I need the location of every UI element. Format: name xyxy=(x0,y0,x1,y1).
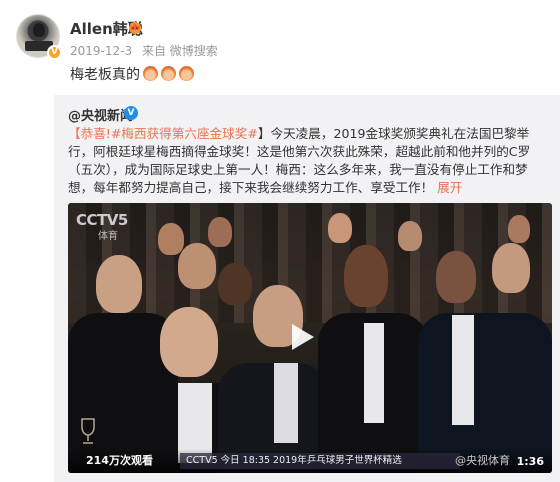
audience-person xyxy=(158,223,184,255)
post-source[interactable]: 来自 微博搜索 xyxy=(142,44,218,58)
person-shirt xyxy=(274,363,298,443)
expand-link[interactable]: 展开 xyxy=(437,180,462,195)
video-background xyxy=(68,203,552,323)
person-face xyxy=(492,243,530,293)
audience-person xyxy=(398,221,422,251)
audience-person xyxy=(208,217,232,247)
video-duration: 1:36 xyxy=(516,455,544,468)
avatar[interactable]: V xyxy=(16,14,62,60)
reposted-content[interactable]: @央视新闻 V 【恭喜!#梅西获得第六座金球奖#】今天凌晨，2019金球奖颁奖典… xyxy=(54,95,560,482)
repost-prefix: 【恭喜! xyxy=(68,126,111,141)
post-text-content: 梅老板真的 xyxy=(70,67,140,83)
post-text: 梅老板真的 xyxy=(70,64,194,84)
person-face xyxy=(160,307,218,377)
person-face xyxy=(178,243,216,289)
person-shirt xyxy=(364,323,384,423)
trophy-icon xyxy=(81,418,95,444)
person-face xyxy=(218,263,252,305)
post-date[interactable]: 2019-12-3 xyxy=(70,44,132,58)
video-watermark: @央视体育 xyxy=(455,454,510,467)
post-meta: 2019-12-3 来自 微博搜索 xyxy=(70,42,224,59)
person-face xyxy=(96,255,142,313)
verified-icon: V xyxy=(47,45,62,60)
person-face xyxy=(344,245,388,307)
verified-icon: V xyxy=(124,106,138,120)
pray-emoji-icon xyxy=(179,66,194,81)
repost-text: 【恭喜!#梅西获得第六座金球奖#】今天凌晨，2019金球奖颁奖典礼在法国巴黎举行… xyxy=(68,125,552,197)
person-shirt xyxy=(452,315,474,425)
hashtag-link[interactable]: #梅西获得第六座金球奖# xyxy=(111,126,258,141)
audience-person xyxy=(328,213,352,243)
audience-person xyxy=(508,215,530,243)
video-player[interactable]: CCTV5 体育 214万次观看 CCTV5 今日 18:35 2019年乒乓球… xyxy=(68,203,552,473)
pray-emoji-icon xyxy=(161,66,176,81)
play-icon[interactable] xyxy=(286,321,318,353)
view-count: 214万次观看 xyxy=(86,454,153,467)
channel-sub: 体育 xyxy=(98,231,118,242)
crown-icon xyxy=(129,22,141,34)
person-face xyxy=(436,251,476,303)
weibo-post: V Allen韩聪 2019-12-3 来自 微博搜索 梅老板真的 @央视新闻 … xyxy=(0,0,560,482)
pray-emoji-icon xyxy=(143,66,158,81)
broadcast-ticker: CCTV5 今日 18:35 2019年乒乓球男子世界杯精选 xyxy=(180,453,460,469)
